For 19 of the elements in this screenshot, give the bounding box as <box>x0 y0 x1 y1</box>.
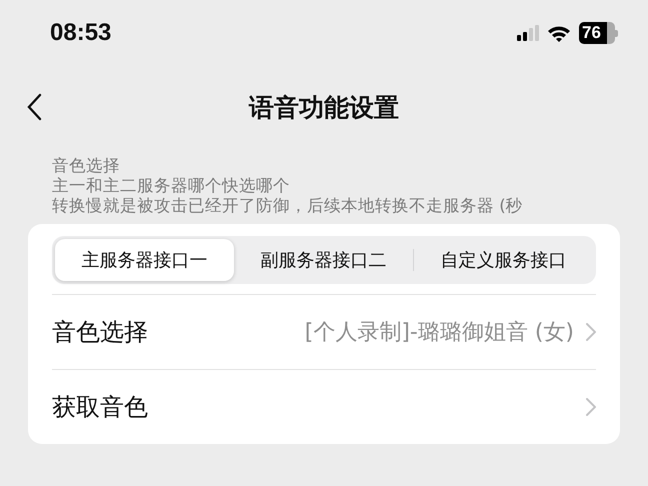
battery-icon: 76 <box>579 22 618 44</box>
note-text: 转换慢就是被攻击已经开了防御，后续本地转换不走服务器 (秒 <box>52 196 524 216</box>
chevron-icon <box>586 398 596 416</box>
note-text: 主一和主二服务器哪个快选哪个 <box>52 176 291 196</box>
settings-row[interactable]: 音色选择 [个人录制]-璐璐御姐音 (女) <box>52 294 596 369</box>
page-title: 语音功能设置 <box>249 92 399 124</box>
row-label: 获取音色 <box>52 392 149 423</box>
segment-tab[interactable]: 主服务器接口一 <box>55 239 234 281</box>
status-time: 08:53 <box>50 19 112 47</box>
row-label: 音色选择 <box>52 317 149 348</box>
settings-row[interactable]: 获取音色 <box>52 369 596 444</box>
note-text: 音色选择 <box>52 156 121 176</box>
chevron-icon <box>586 323 596 341</box>
row-value: [个人录制]-璐璐御姐音 (女) <box>304 319 574 347</box>
segment-tab[interactable]: 自定义服务接口 <box>414 239 593 281</box>
segment-tab[interactable]: 副服务器接口二 <box>234 239 413 281</box>
signal-icon <box>517 25 539 41</box>
back-icon[interactable] <box>26 93 42 121</box>
wifi-icon <box>547 24 571 42</box>
